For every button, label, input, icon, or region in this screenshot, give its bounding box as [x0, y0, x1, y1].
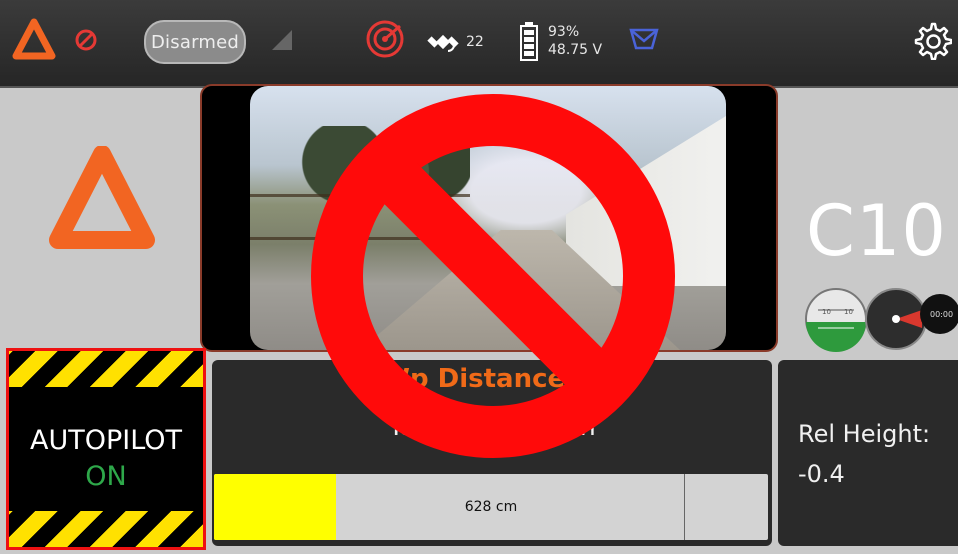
prohibited-overlay-icon [300, 88, 686, 464]
compass-readout: 00:00 [930, 310, 953, 319]
signal-icon [270, 28, 294, 52]
gps-status[interactable]: 22 [426, 22, 496, 62]
autopilot-panel[interactable]: AUTOPILOT ON [6, 348, 206, 550]
hazard-stripe-bottom [9, 511, 203, 547]
autopilot-label: AUTOPILOT [29, 425, 183, 456]
gps-satellite-icon [427, 34, 459, 52]
envelope-icon[interactable] [626, 24, 662, 54]
rel-height-panel: Rel Height: -0.4 [778, 360, 958, 546]
attitude-left-value: 10 [822, 308, 831, 316]
battery-icon [520, 22, 538, 61]
top-toolbar: Disarmed 22 93% 48.75 V [0, 0, 958, 88]
instrument-gauges[interactable]: 10 10 00:00 [804, 286, 958, 352]
arm-status-button[interactable]: Disarmed [144, 20, 246, 64]
rel-height-value: -0.4 [798, 460, 845, 488]
attitude-indicator-icon: 10 10 [805, 288, 867, 352]
battery-status[interactable]: 93% 48.75 V [520, 14, 630, 68]
gear-icon[interactable] [910, 18, 954, 62]
autopilot-state: ON [85, 461, 127, 492]
compass-icon [865, 288, 927, 350]
battery-voltage: 48.75 V [548, 42, 603, 58]
rel-height-label: Rel Height: [798, 420, 931, 448]
gps-count: 22 [466, 34, 484, 50]
clock-icon: 00:00 [920, 294, 958, 334]
attitude-right-value: 10 [844, 308, 853, 316]
battery-percent: 93% [548, 24, 580, 40]
no-entry-icon [74, 28, 98, 52]
distance-progress-bar: 628 cm [214, 474, 768, 540]
logo-icon[interactable] [12, 18, 56, 62]
vehicle-name: C10 [806, 190, 947, 272]
progress-label: 628 cm [464, 499, 518, 515]
app-logo-icon [48, 145, 156, 254]
hazard-stripe-top [9, 351, 203, 387]
radar-icon[interactable] [364, 18, 406, 60]
